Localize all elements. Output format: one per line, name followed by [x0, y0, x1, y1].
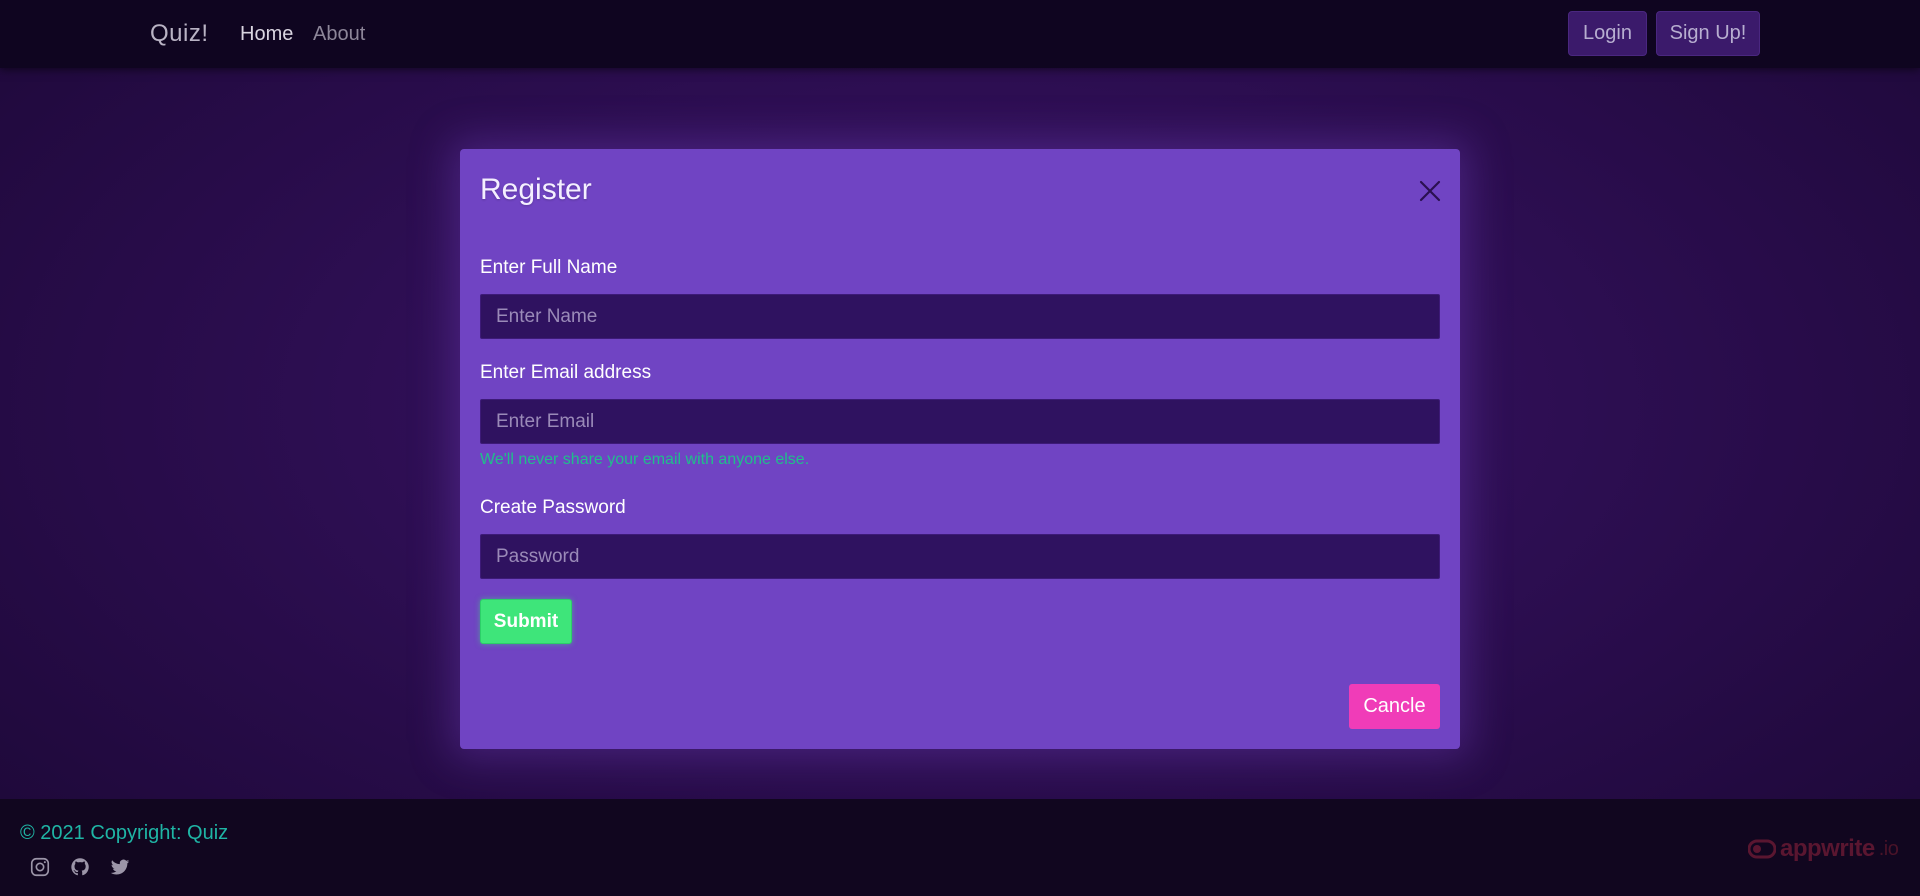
email-label: Enter Email address — [480, 362, 652, 383]
footer: © 2021 Copyright: Quiz appwrite .io — [0, 799, 1920, 896]
name-input[interactable] — [480, 294, 1440, 339]
submit-button[interactable]: Submit — [480, 599, 572, 644]
appwrite-logo-icon — [1748, 839, 1776, 859]
cancel-button[interactable]: Cancle — [1349, 684, 1440, 729]
appwrite-suffix: .io — [1878, 837, 1899, 860]
close-icon[interactable] — [1418, 179, 1442, 203]
email-help-text: We'll never share your email with anyone… — [480, 451, 810, 468]
twitter-icon[interactable] — [109, 856, 131, 878]
signup-button[interactable]: Sign Up! — [1656, 11, 1760, 56]
email-input[interactable] — [480, 399, 1440, 444]
login-button[interactable]: Login — [1568, 11, 1647, 56]
password-label: Create Password — [480, 497, 626, 518]
appwrite-name: appwrite — [1780, 835, 1875, 862]
top-navbar: Quiz! Home About Login Sign Up! — [0, 0, 1920, 68]
instagram-icon[interactable] — [29, 856, 51, 878]
name-label: Enter Full Name — [480, 257, 618, 278]
appwrite-badge[interactable]: appwrite .io — [1748, 835, 1899, 862]
github-icon[interactable] — [69, 856, 91, 878]
copyright-text: © 2021 Copyright: Quiz — [20, 822, 229, 844]
brand-logo[interactable]: Quiz! — [150, 20, 209, 48]
modal-title: Register — [480, 173, 592, 206]
nav-link-home[interactable]: Home — [240, 23, 293, 46]
register-modal: Register Enter Full Name Enter Email add… — [460, 149, 1460, 749]
nav-link-about[interactable]: About — [313, 23, 365, 46]
password-input[interactable] — [480, 534, 1440, 579]
